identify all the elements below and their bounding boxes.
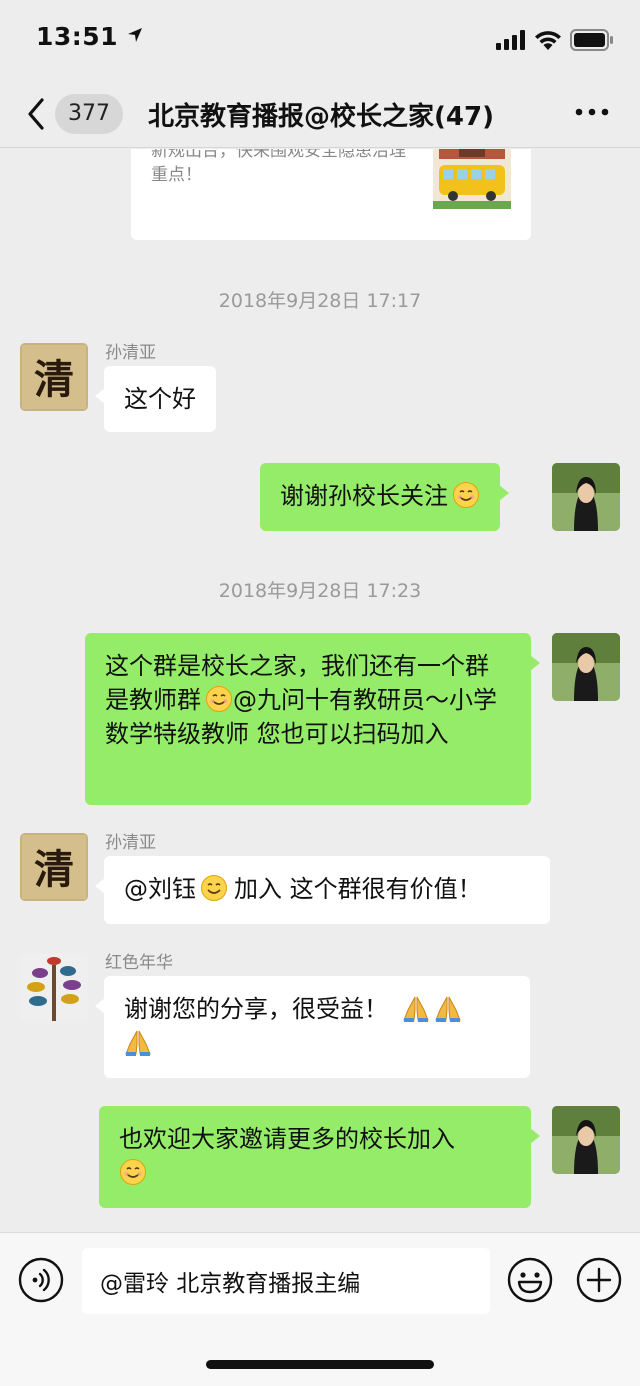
more-dots-icon[interactable] <box>574 102 610 122</box>
message-list[interactable]: 新规出台，快来围观安全隐患治理重点！ 2018年9月28日 17:17 清 孙清… <box>0 149 640 1232</box>
message-bubble[interactable]: 这个群是校长之家，我们还有一个群是教师群 @九问十有教研员～小学数学特级教师 您也… <box>85 633 540 805</box>
message-bubble[interactable]: 谢谢您的分享，很受益！ <box>95 976 530 1078</box>
avatar-image: 清 <box>20 833 88 901</box>
smile-emoji <box>120 1159 146 1185</box>
svg-text:清: 清 <box>34 356 74 403</box>
message-bubble[interactable]: @刘钰 加入 这个群很有价值！ <box>95 856 550 924</box>
avatar[interactable] <box>20 953 88 1021</box>
avatar-image <box>20 953 88 1021</box>
avatar[interactable]: 清 <box>20 343 88 411</box>
message-timestamp: 2018年9月28日 17:23 <box>218 580 422 602</box>
message-bubble[interactable]: 这个好 <box>95 366 216 432</box>
unread-count-badge[interactable]: 377 <box>55 94 123 134</box>
emoji-icon[interactable] <box>507 1257 553 1303</box>
pray-emoji <box>403 996 429 1022</box>
status-time-text: 13:51 <box>36 22 119 51</box>
chat-title: 北京教育播报@校长之家(47) <box>148 102 494 132</box>
sender-name: 孙清亚 <box>105 343 156 363</box>
shared-article-thumbnail <box>433 149 511 209</box>
my-avatar[interactable] <box>552 463 620 531</box>
shared-article-card[interactable]: 新规出台，快来围观安全隐患治理重点！ <box>131 149 531 240</box>
chat-header: 377 北京教育播报@校长之家(47) <box>0 80 640 148</box>
message-text: 谢谢孙校长关注 <box>280 482 448 510</box>
voice-icon[interactable] <box>18 1257 64 1303</box>
message-text: 也欢迎大家邀请更多的校长加入 <box>119 1125 455 1153</box>
shared-article-text: 新规出台，快来围观安全隐患治理重点！ <box>151 149 406 185</box>
sender-name: 孙清亚 <box>105 833 156 853</box>
battery-icon <box>570 29 613 51</box>
my-avatar[interactable] <box>552 633 620 701</box>
pray-emoji <box>125 1030 151 1056</box>
status-icons <box>496 28 614 52</box>
sender-name: 红色年华 <box>105 953 173 973</box>
signal-icon <box>496 30 525 50</box>
message-text: 加入 这个群很有价值！ <box>234 875 482 903</box>
message-text: 谢谢您的分享，很受益！ <box>124 995 388 1023</box>
status-time: 13:51 <box>36 22 143 51</box>
avatar-image <box>552 633 620 701</box>
message-text: @刘钰 <box>124 875 196 903</box>
location-arrow-icon <box>128 28 143 42</box>
pray-emoji <box>435 996 461 1022</box>
home-indicator[interactable] <box>206 1360 434 1369</box>
plus-icon[interactable] <box>576 1257 622 1303</box>
chevron-left-icon[interactable] <box>22 94 52 134</box>
smile-emoji <box>453 482 479 508</box>
message-text: 这个好 <box>124 385 196 413</box>
svg-text:清: 清 <box>34 846 74 893</box>
avatar[interactable]: 清 <box>20 833 88 901</box>
my-avatar[interactable] <box>552 1106 620 1174</box>
message-input[interactable] <box>82 1248 490 1314</box>
status-bar: 13:51 <box>0 0 640 80</box>
message-bubble[interactable]: 谢谢孙校长关注 <box>260 463 509 531</box>
message-timestamp: 2018年9月28日 17:17 <box>218 290 422 312</box>
smile-emoji <box>206 686 232 712</box>
avatar-image <box>552 463 620 531</box>
message-bubble[interactable]: 也欢迎大家邀请更多的校长加入 <box>99 1106 540 1208</box>
wifi-icon <box>535 31 561 50</box>
avatar-image <box>552 1106 620 1174</box>
avatar-image: 清 <box>20 343 88 411</box>
smile-emoji <box>201 875 227 901</box>
